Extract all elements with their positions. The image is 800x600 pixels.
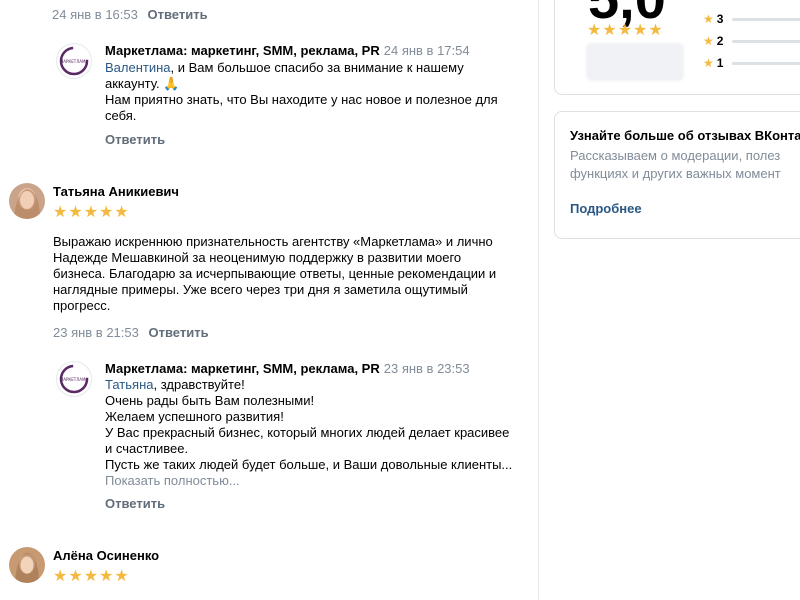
rating-row-label: 2 [716,34,724,48]
review-line: прогресс. [53,298,111,313]
response-line: и счастливее. [105,441,189,456]
star-icon: ★ [99,568,114,585]
rating-bar [732,39,800,43]
rating-row-3: ★ 3 [703,12,800,26]
reply-button[interactable]: Ответить [105,132,165,147]
star-icon: ★ [703,56,714,70]
marketlama-logo-icon: МАРКЕТЛАМА [59,46,89,76]
star-icon: ★ [633,22,648,39]
rating-row-1: ★ 1 [703,56,800,70]
rating-stars: ★ ★ ★ ★ ★ [53,205,129,221]
user-photo-icon [9,183,45,219]
star-icon: ★ [53,568,68,585]
response-header: Маркетлама: маркетинг, SMM, реклама, PR 2… [105,361,470,376]
star-icon: ★ [53,204,68,221]
user-avatar[interactable] [9,547,45,583]
review-meta: 23 янв в 21:53 Ответить [53,325,209,340]
user-photo-icon [9,547,45,583]
star-icon: ★ [83,204,99,221]
rating-stars: ★ ★ ★ ★ ★ [53,569,129,585]
org-avatar[interactable]: МАРКЕТЛАМА [56,43,92,79]
star-icon: ★ [617,22,633,39]
response-line: Пусть же таких людей будет больше, и Ваш… [105,457,513,472]
response-text: Валентина, и Вам большое спасибо за вним… [105,60,525,124]
mention-link[interactable]: Валентина [105,60,171,75]
rating-summary-card: 5,0 ★ ★ ★ ★ ★ ★3 ★2 ★1 [554,0,800,95]
star-icon: ★ [602,22,617,39]
response-line: Нам приятно знать, что Вы находите у нас… [105,92,498,107]
response-line: , и Вам большое спасибо за внимание к на… [170,60,464,75]
star-icon: ★ [114,568,129,585]
star-icon: ★ [587,22,602,39]
review-line: Выражаю искреннюю признательность агентс… [53,234,493,249]
response-author[interactable]: Маркетлама: маркетинг, SMM, реклама, PR [105,361,380,376]
star-icon: ★ [99,204,114,221]
review-text: Выражаю искреннюю признательность агентс… [53,234,523,314]
rating-bar [732,61,800,65]
reviews-column: 24 янв в 16:53 Ответить МАРКЕТЛАМА Марке… [0,0,539,600]
star-icon: ★ [648,22,663,39]
review-author[interactable]: Алёна Осиненко [53,548,159,563]
response-line: , здравствуйте! [153,377,245,392]
blurred-count-placeholder [586,43,684,81]
rating-row-label: 1 [716,56,724,70]
svg-text:МАРКЕТЛАМА: МАРКЕТЛАМА [60,377,89,382]
review-line: бизнеса. Благодарю за исчерпывающие отве… [53,266,497,281]
review-line: Надежде Мешавкиной за неоценимую поддерж… [53,250,462,265]
response-author[interactable]: Маркетлама: маркетинг, SMM, реклама, PR [105,43,380,58]
response-date: 24 янв в 17:54 [383,43,470,58]
org-avatar[interactable]: МАРКЕТЛАМА [56,361,92,397]
reply-button[interactable]: Ответить [147,7,207,22]
average-stars: ★ ★ ★ ★ ★ [587,23,663,39]
review-line: наглядные примеры. Уже всего через три д… [53,282,468,297]
star-icon: ★ [83,568,99,585]
response-line: себя. [105,108,137,123]
response-line: У Вас прекрасный бизнес, который многих … [105,425,510,440]
review-date: 24 янв в 16:53 [52,7,138,22]
response-text: Татьяна, здравствуйте! Очень рады быть В… [105,377,530,489]
reply-button[interactable]: Ответить [148,325,208,340]
star-icon: ★ [703,34,714,48]
response-header: Маркетлама: маркетинг, SMM, реклама, PR 2… [105,43,470,58]
response-line: Очень рады быть Вам полезными! [105,393,315,408]
rating-row-label: 3 [716,12,724,26]
info-card-title: Узнайте больше об отзывах ВКонта [570,128,800,143]
more-link[interactable]: Подробнее [570,201,642,216]
info-card-text: Рассказываем о модерации, полез [570,148,781,163]
star-icon: ★ [68,568,83,585]
star-icon: ★ [68,204,83,221]
mention-link[interactable]: Татьяна [105,377,153,392]
response-line: аккаунту. 🙏 [105,76,180,91]
info-card-text: функциях и других важных момент [570,166,781,181]
star-icon: ★ [703,12,714,26]
response-line: Желаем успешного развития! [105,409,284,424]
review-author[interactable]: Татьяна Аникиевич [53,184,179,199]
svg-text:МАРКЕТЛАМА: МАРКЕТЛАМА [60,59,89,64]
response-date: 23 янв в 23:53 [383,361,470,376]
rating-row-2: ★ 2 [703,34,800,48]
star-icon: ★ [114,204,129,221]
marketlama-logo-icon: МАРКЕТЛАМА [59,364,89,394]
review-date: 23 янв в 21:53 [53,325,139,340]
user-avatar[interactable] [9,183,45,219]
review-meta: 24 янв в 16:53 Ответить [52,7,208,22]
rating-bar [732,17,800,21]
info-card: Узнайте больше об отзывах ВКонта Рассказ… [554,111,800,239]
reply-button[interactable]: Ответить [105,496,165,511]
show-more-link[interactable]: Показать полностью... [105,473,530,489]
